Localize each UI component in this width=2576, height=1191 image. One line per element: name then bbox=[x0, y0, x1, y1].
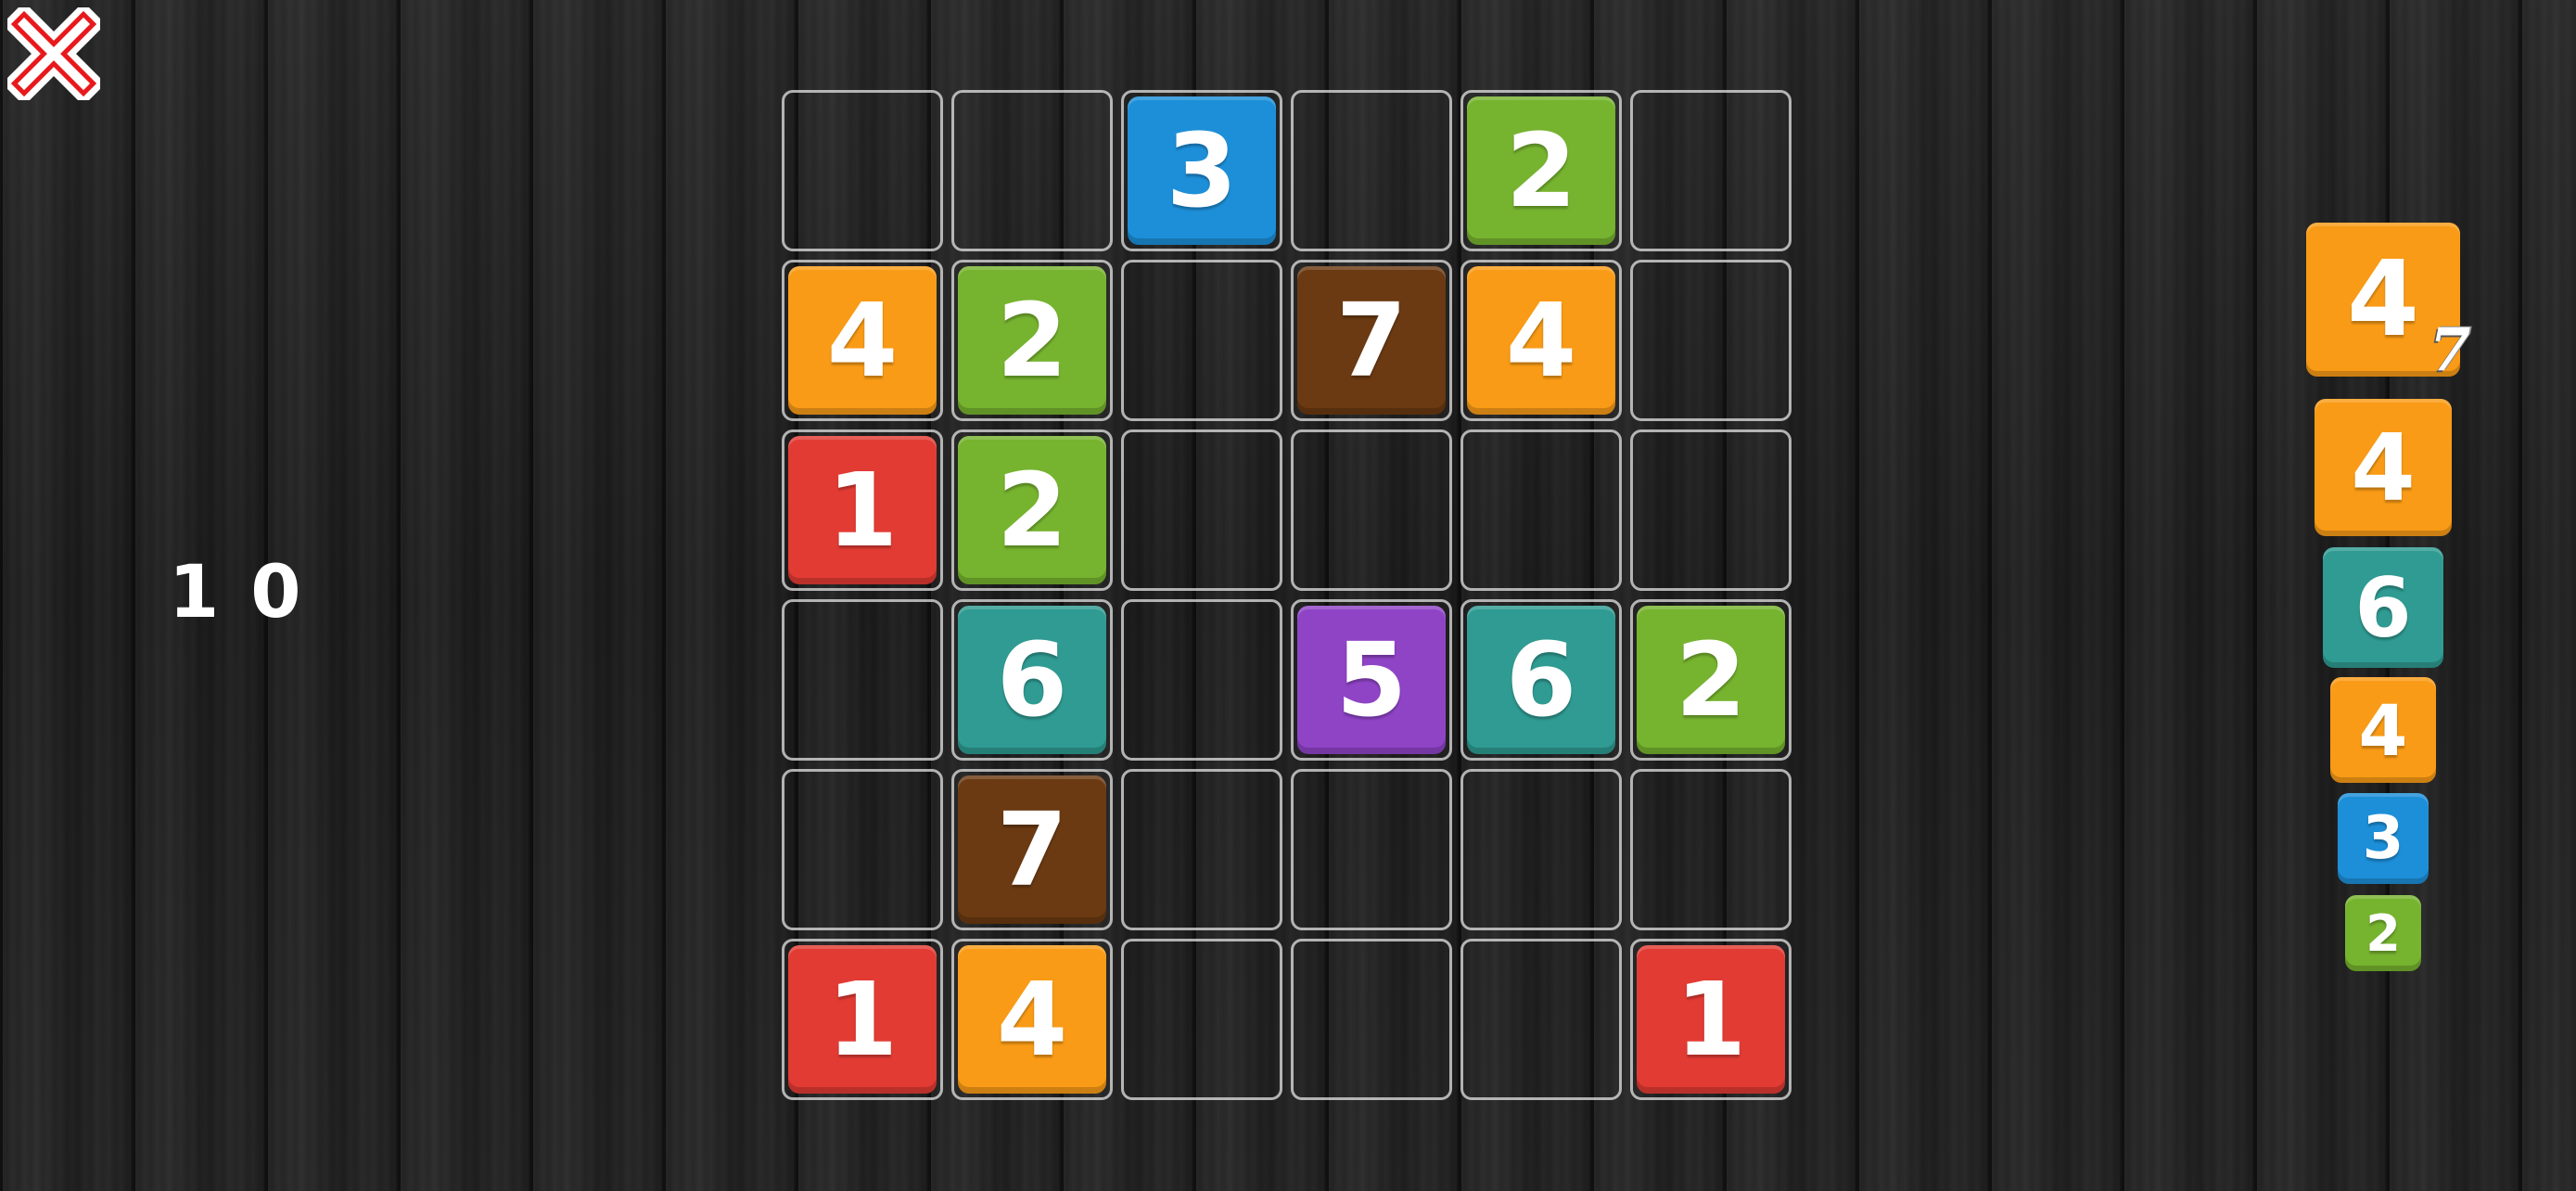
board-cell[interactable]: 4 bbox=[1460, 260, 1622, 421]
number-tile[interactable]: 1 bbox=[788, 436, 937, 584]
board-cell[interactable]: 7 bbox=[1291, 260, 1452, 421]
board-cell[interactable]: 1 bbox=[1630, 939, 1792, 1100]
board-cell[interactable]: 4 bbox=[782, 260, 943, 421]
board-cell[interactable] bbox=[1630, 90, 1792, 251]
number-tile[interactable]: 4 bbox=[788, 266, 937, 415]
queued-tile: 4 bbox=[2315, 399, 2452, 536]
board-cell[interactable]: 6 bbox=[1460, 599, 1622, 761]
number-tile[interactable]: 2 bbox=[958, 436, 1106, 584]
number-tile[interactable]: 2 bbox=[1467, 96, 1615, 245]
game-board: 3242741265627141 bbox=[782, 90, 1792, 1101]
close-x-icon bbox=[7, 7, 100, 100]
board-cell[interactable] bbox=[1460, 429, 1622, 591]
upcoming-tiles-queue: 4464327 bbox=[2290, 223, 2476, 983]
board-cell[interactable] bbox=[782, 90, 943, 251]
number-tile[interactable]: 4 bbox=[958, 945, 1106, 1094]
number-tile[interactable]: 6 bbox=[1467, 606, 1615, 754]
board-cell[interactable] bbox=[1291, 939, 1452, 1100]
board-cell[interactable] bbox=[1291, 90, 1452, 251]
board-cell[interactable] bbox=[1630, 429, 1792, 591]
board-cell[interactable]: 4 bbox=[951, 939, 1113, 1100]
score-display: 10 bbox=[169, 551, 333, 634]
board-cell[interactable]: 6 bbox=[951, 599, 1113, 761]
board-cell[interactable] bbox=[1291, 429, 1452, 591]
board-cell[interactable] bbox=[1460, 939, 1622, 1100]
number-tile[interactable]: 2 bbox=[958, 266, 1106, 415]
queued-tile: 2 bbox=[2345, 895, 2421, 971]
board-cell[interactable]: 2 bbox=[951, 260, 1113, 421]
next-tile-hint: 7 bbox=[2429, 315, 2471, 385]
number-tile[interactable]: 1 bbox=[1637, 945, 1785, 1094]
board-cell[interactable]: 3 bbox=[1121, 90, 1282, 251]
board-cell[interactable]: 2 bbox=[1460, 90, 1622, 251]
board-cell[interactable] bbox=[1630, 769, 1792, 930]
board-cell[interactable] bbox=[782, 599, 943, 761]
number-tile[interactable]: 7 bbox=[958, 775, 1106, 924]
number-tile[interactable]: 1 bbox=[788, 945, 937, 1094]
number-tile[interactable]: 7 bbox=[1297, 266, 1446, 415]
board-cell[interactable] bbox=[1121, 599, 1282, 761]
board-cell[interactable] bbox=[1121, 429, 1282, 591]
board-cell[interactable]: 5 bbox=[1291, 599, 1452, 761]
queued-tile: 3 bbox=[2338, 793, 2429, 884]
board-cell[interactable]: 1 bbox=[782, 429, 943, 591]
board-cell[interactable] bbox=[1121, 260, 1282, 421]
board-cell[interactable] bbox=[1121, 769, 1282, 930]
number-tile[interactable]: 3 bbox=[1128, 96, 1276, 245]
queued-tile: 4 bbox=[2330, 677, 2436, 783]
queued-tile: 6 bbox=[2323, 547, 2443, 668]
board-cell[interactable] bbox=[1460, 769, 1622, 930]
board-cell[interactable] bbox=[1630, 260, 1792, 421]
number-tile[interactable]: 4 bbox=[1467, 266, 1615, 415]
board-cell[interactable] bbox=[1121, 939, 1282, 1100]
number-tile[interactable]: 5 bbox=[1297, 606, 1446, 754]
board-cell[interactable]: 2 bbox=[951, 429, 1113, 591]
board-cell[interactable]: 1 bbox=[782, 939, 943, 1100]
board-cell[interactable] bbox=[782, 769, 943, 930]
number-tile[interactable]: 6 bbox=[958, 606, 1106, 754]
board-cell[interactable]: 2 bbox=[1630, 599, 1792, 761]
board-cell[interactable] bbox=[951, 90, 1113, 251]
number-tile[interactable]: 2 bbox=[1637, 606, 1785, 754]
board-cell[interactable]: 7 bbox=[951, 769, 1113, 930]
close-button[interactable] bbox=[7, 7, 100, 100]
board-cell[interactable] bbox=[1291, 769, 1452, 930]
